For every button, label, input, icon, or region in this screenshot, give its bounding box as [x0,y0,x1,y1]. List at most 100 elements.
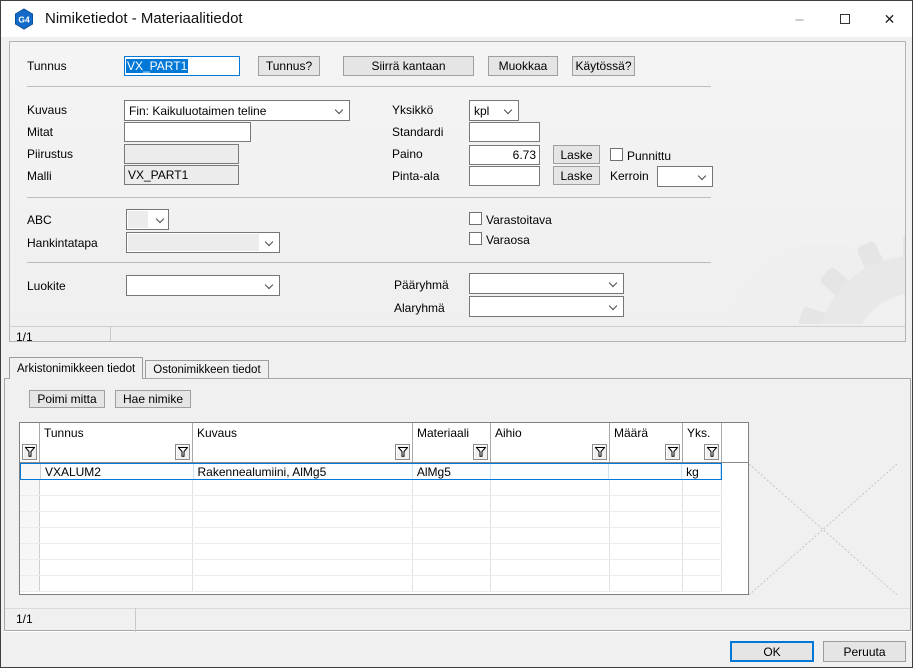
column-title: Aihio [495,426,522,440]
chevron-down-icon [264,280,274,290]
tab-arkistonimikkeen-tiedot[interactable]: Arkistonimikkeen tiedot [9,357,144,379]
table-empty-row[interactable] [20,528,722,544]
filter-button[interactable] [395,444,410,460]
maximize-button[interactable] [822,1,867,37]
yksikko-value: kpl [474,104,490,118]
filter-button[interactable] [473,444,488,460]
filter-funnel-icon [706,447,717,457]
standardi-input[interactable] [469,122,540,142]
table-empty-row[interactable] [20,560,722,576]
kerroin-combo[interactable] [657,166,713,187]
hankintatapa-combo-fill [128,234,259,251]
empty-cell [193,480,413,495]
varaosa-checkbox[interactable] [469,232,482,245]
tunnus-input[interactable]: VX_PART1 [124,56,240,76]
filter-funnel-icon [177,447,188,457]
tunnus-selected-text: VX_PART1 [126,59,189,73]
laske-pinta-ala-button[interactable]: Laske [553,166,600,185]
empty-cell [193,544,413,559]
empty-cell [491,576,610,591]
punnittu-label: Punnittu [627,149,672,163]
alaryhma-combo[interactable] [469,296,624,317]
empty-cell [20,544,40,559]
empty-cell [40,480,193,495]
separator [27,86,711,87]
table-row-selected[interactable]: VXALUM2 Rakennealumiini, AlMg5 AlMg5 kg [20,463,722,480]
table-empty-row[interactable] [20,480,722,496]
column-header-maara[interactable]: Määrä [610,423,683,462]
paino-input[interactable] [469,145,540,165]
chevron-down-icon [155,214,165,224]
column-title: Kuvaus [197,426,238,440]
column-title: Materiaali [417,426,470,440]
hankintatapa-label: Hankintatapa [27,236,98,250]
laske-paino-button[interactable]: Laske [553,145,600,164]
ok-button[interactable]: OK [730,641,814,662]
filter-button[interactable] [592,444,607,460]
yksikko-label: Yksikkö [392,103,434,117]
column-header-aihio[interactable]: Aihio [491,423,610,462]
mitat-label: Mitat [27,125,54,139]
minimize-button[interactable]: – [777,1,822,37]
empty-cell [491,560,610,575]
kuvaus-combo[interactable]: Fin: Kaikuluotaimen teline [124,100,350,121]
paaryhma-combo[interactable] [469,273,624,294]
paino-label: Paino [392,147,423,161]
luokite-combo[interactable] [126,275,280,296]
column-header-filler [722,423,748,462]
column-header-yks[interactable]: Yks. [683,423,722,462]
table-empty-row[interactable] [20,512,722,528]
filter-button[interactable] [704,444,719,460]
hankintatapa-combo[interactable] [126,232,280,253]
empty-cell [20,576,40,591]
abc-combo-fill [128,211,148,228]
empty-cell [40,512,193,527]
tunnus-question-button[interactable]: Tunnus? [258,56,320,76]
table-empty-row[interactable] [20,576,722,592]
empty-cell [193,512,413,527]
standardi-label: Standardi [392,125,444,139]
abc-combo[interactable] [126,209,169,230]
chevron-down-icon [608,278,618,288]
filter-button[interactable] [665,444,680,460]
filter-funnel-icon [397,447,408,457]
yksikko-combo[interactable]: kpl [469,100,519,121]
gear-watermark [727,235,905,324]
column-header-kuvaus[interactable]: Kuvaus [193,423,413,462]
empty-cell [683,576,722,591]
empty-cell [610,528,683,543]
piirustus-input[interactable] [124,144,239,164]
column-header-materiaali[interactable]: Materiaali [413,423,491,462]
row-header-cell [21,464,41,479]
luokite-label: Luokite [27,279,66,293]
cell-materiaali: AlMg5 [413,464,491,479]
filter-funnel-icon [594,447,605,457]
empty-cell [491,480,610,495]
close-button[interactable]: ✕ [867,1,912,37]
mitat-input[interactable] [124,122,251,142]
filter-button[interactable] [175,444,190,460]
tab-ostonimikkeen-tiedot[interactable]: Ostonimikkeen tiedot [145,360,269,379]
muokkaa-button[interactable]: Muokkaa [488,56,558,76]
filter-button[interactable] [22,444,37,460]
punnittu-checkbox[interactable] [610,148,623,161]
empty-cell [20,528,40,543]
hae-nimike-button[interactable]: Hae nimike [115,390,191,408]
cell-kuvaus: Rakennealumiini, AlMg5 [194,464,413,479]
siirra-kantaan-button[interactable]: Siirrä kantaan [343,56,474,76]
malli-label: Malli [27,169,52,183]
pinta-ala-input[interactable] [469,166,540,186]
material-items-table: Tunnus Kuvaus Materiaali Aihio Määrä Yks… [19,422,749,595]
poimi-mitta-button[interactable]: Poimi mitta [29,390,105,408]
peruuta-button[interactable]: Peruuta [823,641,906,662]
empty-cell [610,496,683,511]
window-title: Nimiketiedot - Materiaalitiedot [45,10,243,27]
malli-input[interactable] [124,165,239,185]
table-empty-row[interactable] [20,544,722,560]
chevron-down-icon [334,105,344,115]
column-header-tunnus[interactable]: Tunnus [40,423,193,462]
table-empty-row[interactable] [20,496,722,512]
varastoitava-checkbox[interactable] [469,212,482,225]
kaytossa-question-button[interactable]: Käytössä? [572,56,635,76]
alaryhma-label: Alaryhmä [394,301,445,315]
